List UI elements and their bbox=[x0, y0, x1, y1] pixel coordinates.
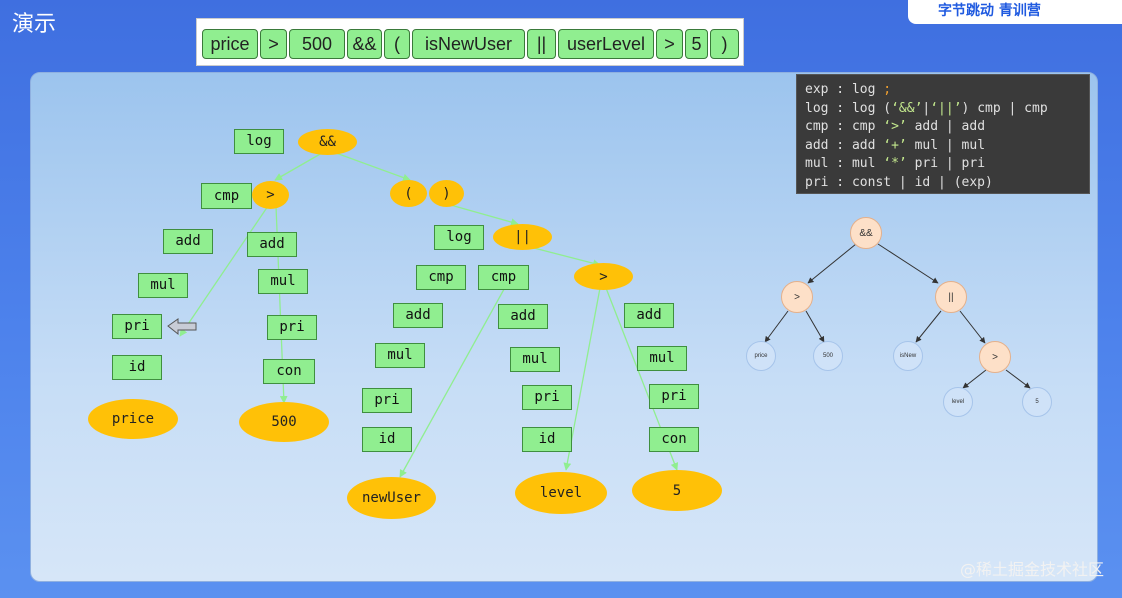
node-id: id bbox=[522, 427, 572, 452]
leaf-level: level bbox=[515, 472, 607, 514]
node-or-op: || bbox=[493, 224, 552, 250]
pointer-arrow-icon bbox=[167, 318, 197, 336]
leaf-newuser: newUser bbox=[347, 477, 436, 519]
watermark: @稀土掘金技术社区 bbox=[959, 560, 1104, 579]
node-gt-op: > bbox=[252, 181, 289, 209]
node-pri: pri bbox=[522, 385, 572, 410]
leaf-500: 500 bbox=[239, 402, 329, 442]
node-add: add bbox=[498, 304, 548, 329]
node-con: con bbox=[649, 427, 699, 452]
ast-node-gt: > bbox=[781, 281, 813, 313]
node-add: add bbox=[163, 229, 213, 254]
node-mul: mul bbox=[510, 347, 560, 372]
ast-leaf-5: 5 bbox=[1022, 387, 1052, 417]
ast-leaf-500: 500 bbox=[813, 341, 843, 371]
leaf-price: price bbox=[88, 399, 178, 439]
node-cmp: cmp bbox=[416, 265, 466, 290]
ast-leaf-isnew: isNew bbox=[893, 341, 923, 371]
node-con: con bbox=[263, 359, 315, 384]
node-add: add bbox=[624, 303, 674, 328]
leaf-5: 5 bbox=[632, 470, 722, 511]
node-add: add bbox=[393, 303, 443, 328]
grammar-code-block: exp : log ; log : log (‘&&’|‘||’) cmp | … bbox=[796, 74, 1090, 194]
node-mul: mul bbox=[138, 273, 188, 298]
node-mul: mul bbox=[637, 346, 687, 371]
node-pri: pri bbox=[649, 384, 699, 409]
node-cmp: cmp bbox=[201, 183, 252, 209]
ast-node-gt: > bbox=[979, 341, 1011, 373]
node-pri: pri bbox=[267, 315, 317, 340]
ast-node-or: || bbox=[935, 281, 967, 313]
node-cmp: cmp bbox=[478, 265, 529, 290]
node-log: log bbox=[234, 129, 284, 154]
node-and-op: && bbox=[298, 129, 357, 155]
node-id: id bbox=[362, 427, 412, 452]
ast-leaf-price: price bbox=[746, 341, 776, 371]
node-pri: pri bbox=[362, 388, 412, 413]
ast-node-and: && bbox=[850, 217, 882, 249]
node-log: log bbox=[434, 225, 484, 250]
node-add: add bbox=[247, 232, 297, 257]
node-gt-op: > bbox=[574, 263, 633, 290]
node-rparen: ) bbox=[429, 180, 464, 207]
ast-leaf-level: level bbox=[943, 387, 973, 417]
node-id: id bbox=[112, 355, 162, 380]
node-pri: pri bbox=[112, 314, 162, 339]
node-mul: mul bbox=[375, 343, 425, 368]
node-lparen: ( bbox=[390, 180, 427, 207]
node-mul: mul bbox=[258, 269, 308, 294]
